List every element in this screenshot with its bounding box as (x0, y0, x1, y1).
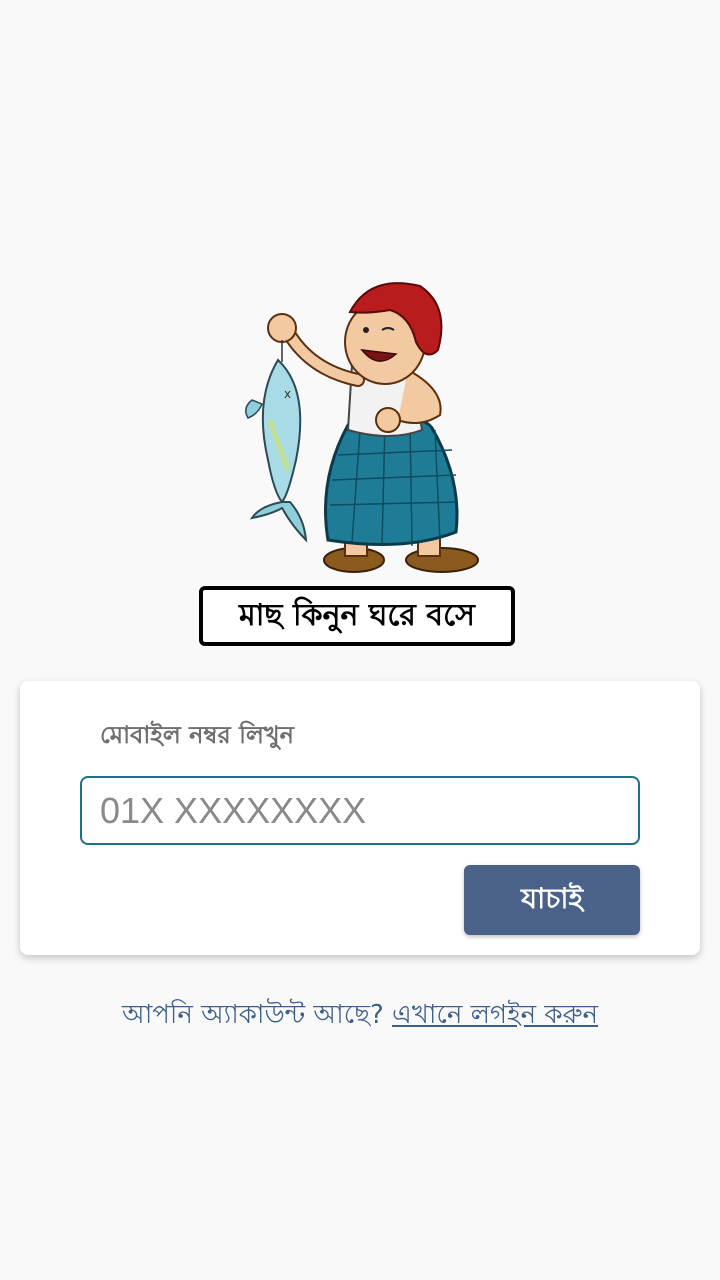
phone-number-input[interactable] (80, 776, 640, 845)
brand-tagline: মাছ কিনুন ঘরে বসে (239, 597, 475, 633)
brand-tagline-box: মাছ কিনুন ঘরে বসে (199, 586, 515, 646)
login-prompt: আপনি অ্যাকাউন্ট আছে? এখানে লগইন করুন (0, 994, 720, 1038)
verify-button[interactable]: যাচাই (464, 865, 640, 935)
login-link[interactable]: এখানে লগইন করুন (392, 1000, 598, 1030)
svg-text:x: x (284, 387, 291, 401)
login-prompt-text: আপনি অ্যাকাউন্ট আছে? (121, 1000, 384, 1030)
login-card: মোবাইল নম্বর লিখুন যাচাই (20, 681, 700, 955)
phone-field-label: মোবাইল নম্বর লিখুন (100, 721, 294, 749)
fish-seller-boy-icon: x (230, 270, 490, 582)
